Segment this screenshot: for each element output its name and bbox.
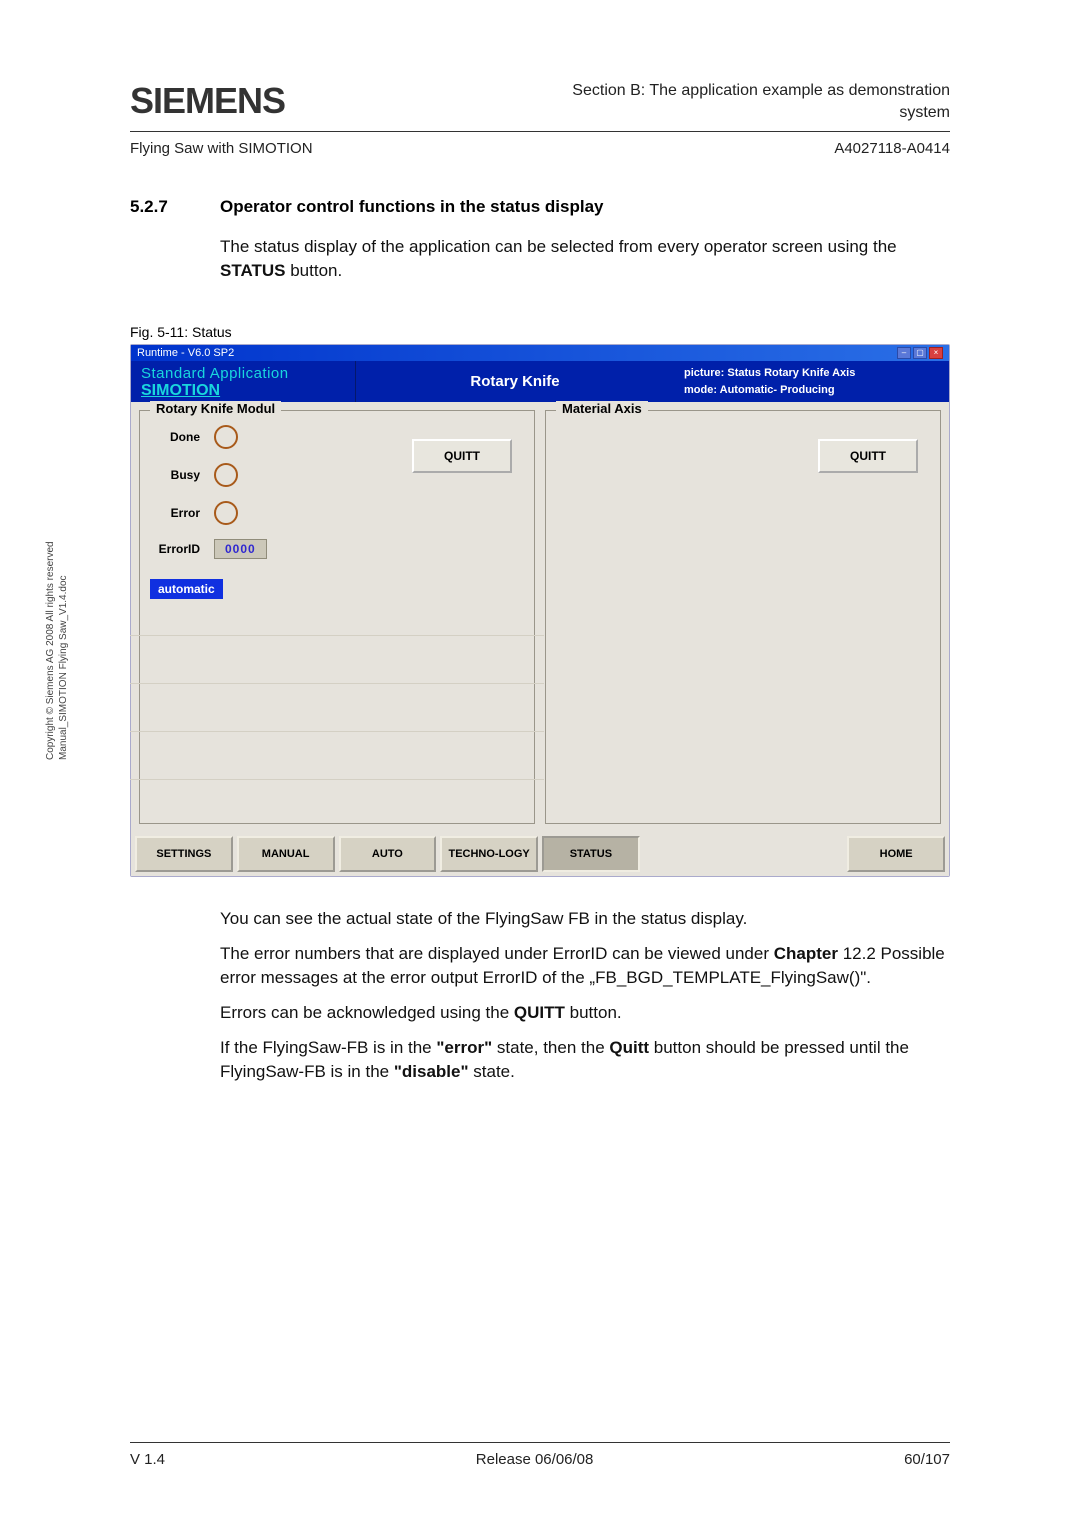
hmi-nav-row: SETTINGS MANUAL AUTO TECHNO-LOGY STATUS … xyxy=(131,832,949,876)
done-label: Done xyxy=(150,430,200,444)
hmi-window: Runtime - V6.0 SP2 – ▢ × Standard Applic… xyxy=(130,344,950,877)
nav-spacer xyxy=(746,836,844,872)
section-title: Operator control functions in the status… xyxy=(220,197,604,217)
footer-page: 60/107 xyxy=(904,1451,950,1468)
hmi-status-info: picture: Status Rotary Knife Axis mode: … xyxy=(674,361,949,402)
header-section-line2: system xyxy=(572,102,950,124)
figure-label: Fig. 5-11: Status xyxy=(130,324,950,340)
post-p4: If the FlyingSaw-FB is in the "error" st… xyxy=(220,1036,950,1085)
footer-version: V 1.4 xyxy=(130,1451,165,1468)
side-copyright: Copyright © Siemens AG 2008 All rights r… xyxy=(44,541,70,760)
post-p1: You can see the actual state of the Flyi… xyxy=(220,907,950,932)
min-icon[interactable]: – xyxy=(897,347,911,359)
hmi-screen-title: Rotary Knife xyxy=(356,361,674,402)
post-p3: Errors can be acknowledged using the QUI… xyxy=(220,1001,950,1026)
status-button[interactable]: STATUS xyxy=(542,836,640,872)
close-icon[interactable]: × xyxy=(929,347,943,359)
subheader-right: A4027118-A0414 xyxy=(834,140,950,157)
error-lamp-icon xyxy=(214,501,238,525)
subheader-left: Flying Saw with SIMOTION xyxy=(130,140,313,157)
errorid-label: ErrorID xyxy=(150,542,200,556)
rotary-knife-panel: Rotary Knife Modul Done Busy Error Error… xyxy=(139,410,535,824)
max-icon[interactable]: ▢ xyxy=(913,347,927,359)
technology-button[interactable]: TECHNO-LOGY xyxy=(440,836,538,872)
section-number: 5.2.7 xyxy=(130,197,220,217)
error-label: Error xyxy=(150,506,200,520)
nav-spacer xyxy=(644,836,742,872)
busy-label: Busy xyxy=(150,468,200,482)
material-axis-panel: Material Axis QUITT xyxy=(545,410,941,824)
copyright-line1: Copyright © Siemens AG 2008 All rights r… xyxy=(45,541,56,760)
quitt-button-left[interactable]: QUITT xyxy=(412,439,512,473)
settings-button[interactable]: SETTINGS xyxy=(135,836,233,872)
copyright-line2: Manual_SIMOTION Flying Saw_V1.4.doc xyxy=(58,575,69,760)
post-p2: The error numbers that are displayed und… xyxy=(220,942,950,991)
intro-paragraph: The status display of the application ca… xyxy=(220,235,950,284)
errorid-value: 0000 xyxy=(214,539,267,559)
hmi-app-header: Standard Application SIMOTION xyxy=(131,361,356,402)
hmi-titlebar: Runtime - V6.0 SP2 – ▢ × xyxy=(131,345,949,361)
quitt-button-right[interactable]: QUITT xyxy=(818,439,918,473)
automatic-indicator: automatic xyxy=(150,579,223,599)
page-footer: V 1.4 Release 06/06/08 60/107 xyxy=(0,1442,1080,1468)
mode-line: mode: Automatic- Producing xyxy=(684,382,939,399)
panel2-title: Material Axis xyxy=(556,401,648,416)
window-controls: – ▢ × xyxy=(897,347,943,359)
app-line2: SIMOTION xyxy=(141,382,345,400)
footer-release: Release 06/06/08 xyxy=(476,1451,594,1468)
manual-button[interactable]: MANUAL xyxy=(237,836,335,872)
picture-line: picture: Status Rotary Knife Axis xyxy=(684,365,939,382)
hmi-window-title: Runtime - V6.0 SP2 xyxy=(137,347,234,359)
auto-button[interactable]: AUTO xyxy=(339,836,437,872)
page-header: SIEMENS Section B: The application examp… xyxy=(130,80,950,132)
header-section-line1: Section B: The application example as de… xyxy=(572,80,950,102)
home-button[interactable]: HOME xyxy=(847,836,945,872)
app-line1: Standard Application xyxy=(141,365,345,382)
panel1-title: Rotary Knife Modul xyxy=(150,401,281,416)
siemens-logo: SIEMENS xyxy=(130,80,285,122)
done-lamp-icon xyxy=(214,425,238,449)
busy-lamp-icon xyxy=(214,463,238,487)
